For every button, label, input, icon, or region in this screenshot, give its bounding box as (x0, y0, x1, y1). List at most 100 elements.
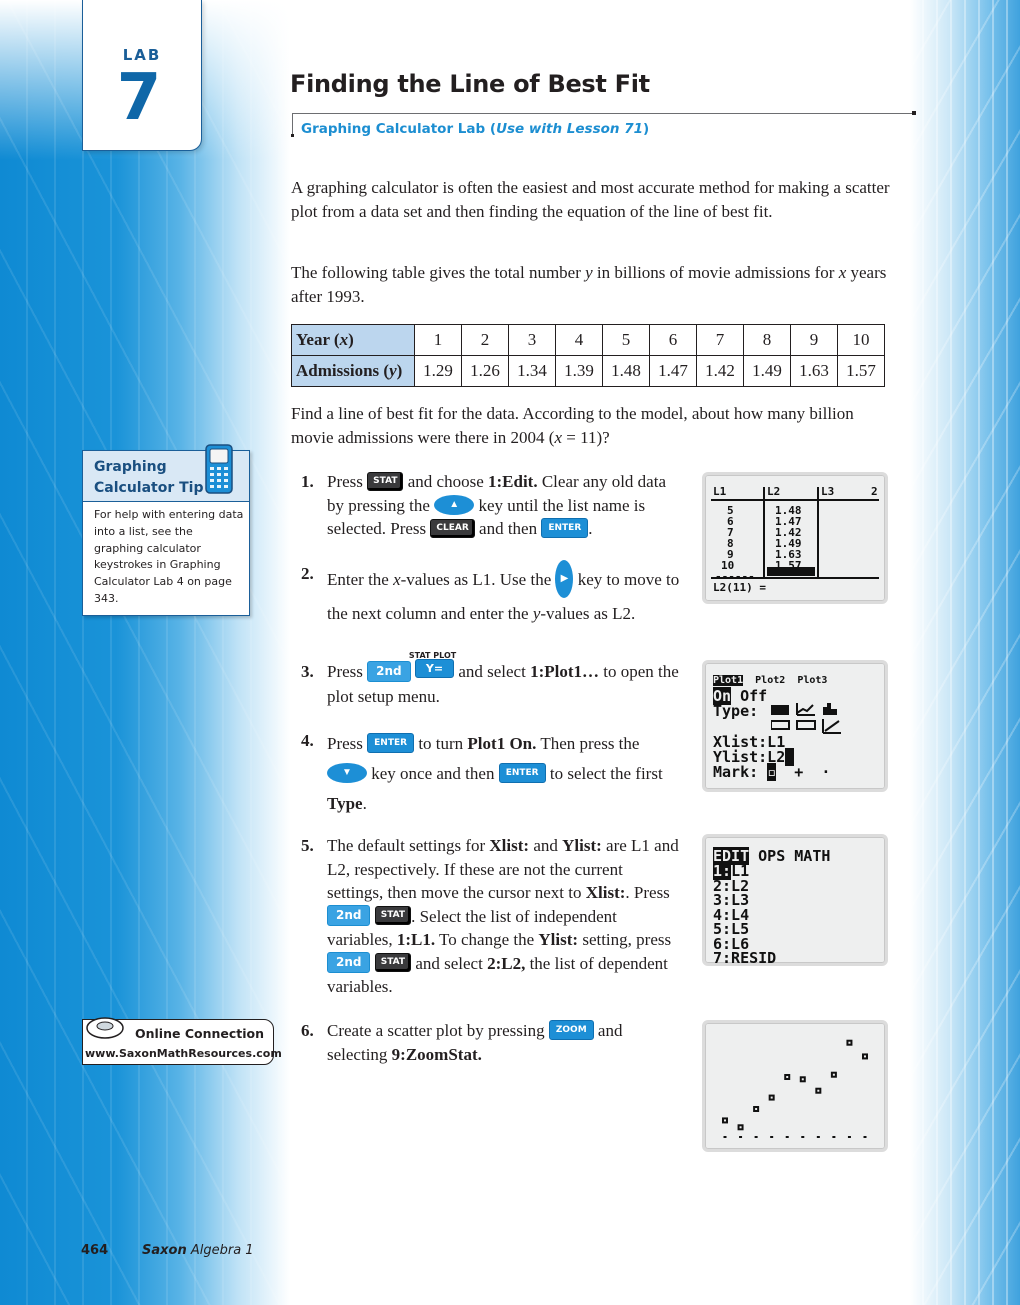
screen-divider (711, 499, 879, 501)
data-point-center (832, 1073, 835, 1076)
online-connection-title: Online Connection (135, 1026, 265, 1041)
text: Press (327, 734, 368, 753)
stat-key: STAT (367, 471, 404, 491)
tab-math: MATH (794, 847, 831, 865)
year-cell: 7 (696, 324, 744, 356)
step-3: 3. Press 2nd STAT PLOT Y= and select 1:Pl… (301, 651, 681, 708)
year-cell: 3 (508, 324, 556, 356)
x-axis-tick (723, 1136, 727, 1138)
step-text: Enter the x-values as L1. Use the ▶ key … (327, 560, 681, 628)
label: ) (348, 330, 354, 349)
list-header-l2: L2 (767, 485, 781, 498)
page-title: Finding the Line of Best Fit (290, 70, 650, 98)
step-text: Press 2nd STAT PLOT Y= and select 1:Plot1… (327, 651, 681, 708)
setting-name: Ylist: (562, 836, 602, 855)
row-header-year: Year (x) (291, 324, 415, 356)
text: . (588, 519, 593, 538)
text: Press (327, 472, 368, 491)
text: in billions of movie admissions for (592, 263, 839, 282)
mark-box-option: ▫ (767, 763, 777, 781)
text: -values as L1. Use the (400, 569, 556, 589)
title-divider-end (912, 111, 916, 115)
year-cell: 5 (602, 324, 650, 356)
boxplot-type-icon (796, 720, 816, 730)
resources-link[interactable]: www.SaxonMathResources.com (85, 1047, 282, 1060)
type-label: Type: (713, 702, 759, 720)
x-axis-tick (739, 1136, 743, 1138)
var: x (339, 330, 349, 349)
data-point-center (817, 1089, 820, 1092)
subtitle-suffix: ) (642, 121, 650, 137)
calculator-screen-list-names: EDIT OPS MATH 1:L1 2:L2 3:L3 4:L4 5:L5 6:L6 7:… (702, 834, 888, 966)
text: Press (327, 662, 368, 681)
calculator-screen-list-editor: L1 L2 L3 2 L2(11) = 5 6 7 8 9 10 ------ 1.48 1.4… (702, 472, 888, 604)
enter-key: ENTER (498, 763, 546, 784)
tab-plot1: Plot1 (713, 675, 744, 686)
year-cell: 1 (414, 324, 462, 356)
year-cell: 2 (461, 324, 509, 356)
y-equals-key-group: STAT PLOT Y= (409, 651, 456, 681)
table-row-admissions: Admissions (y) 1.29 1.26 1.34 1.39 1.48 1.47 1… (291, 355, 885, 387)
step-text: Press STAT and choose 1:Edit. Clear any … (327, 470, 681, 541)
stat-key: STAT (374, 906, 412, 926)
plot-tabs: Plot1 Plot2 Plot3 (713, 675, 827, 687)
mark-label: Mark: (713, 763, 759, 781)
question-paragraph: Find a line of best fit for the data. Ac… (291, 402, 891, 449)
text: The following table gives the total numb… (291, 263, 586, 282)
x-axis-tick (801, 1136, 805, 1138)
step-text: Create a scatter plot by pressing ZOOM a… (327, 1019, 681, 1066)
subtitle-prefix: Graphing Calculator Lab ( (301, 121, 497, 137)
label: ) (396, 361, 403, 380)
x-axis-tick (863, 1136, 867, 1138)
left-background-decoration (0, 0, 290, 1305)
admissions-cell: 1.29 (414, 355, 462, 387)
book-title: Saxon Algebra 1 (142, 1243, 254, 1258)
y-equals-key: Y= (414, 658, 455, 678)
histogram-type-icon (823, 703, 837, 715)
step-text: The default settings for Xlist: and Ylis… (327, 834, 681, 999)
tip-body: For help with entering data into a list,… (94, 508, 244, 605)
var: y (389, 361, 397, 380)
tab-ops: OPS (758, 847, 786, 865)
text: and then (474, 519, 542, 538)
table-row-years: Year (x) 1 2 3 4 5 6 7 8 9 10 (291, 324, 885, 356)
step-1: 1. Press STAT and choose 1:Edit. Clear a… (301, 470, 681, 541)
step-text: Press ENTER to turn Plot1 On. Then press… (327, 729, 681, 819)
menu-option: 2:L2, (487, 953, 526, 973)
mark-row: Mark: ▫ + · (713, 763, 830, 781)
text: . (362, 794, 367, 813)
text: to select the first (545, 764, 663, 783)
year-cell: 6 (649, 324, 697, 356)
admissions-cell: 1.26 (461, 355, 509, 387)
x-axis-tick (785, 1136, 789, 1138)
x-axis-tick (770, 1136, 774, 1138)
var-y: y (585, 263, 593, 282)
tip-header: Graphing Calculator Tip (83, 444, 249, 502)
data-point-center (724, 1119, 726, 1122)
lab-number: 7 (116, 61, 162, 135)
normprob-type-icon (822, 719, 841, 734)
zoom-key: ZOOM (548, 1020, 594, 1041)
text: Then press the (536, 734, 640, 753)
admissions-cell: 1.57 (837, 355, 885, 387)
xyline-type-icon (796, 703, 815, 716)
year-cell: 4 (555, 324, 603, 356)
subtitle-tick (292, 114, 293, 136)
calculator-icon (205, 444, 233, 494)
enter-key: ENTER (541, 518, 589, 539)
text: Create a scatter plot by pressing (327, 1021, 549, 1040)
x-axis-tick (847, 1136, 851, 1138)
step-number: 1. (301, 472, 314, 491)
text: To change the (435, 930, 539, 950)
stat-key: STAT (374, 953, 412, 973)
right-background-decoration (910, 0, 1020, 1305)
subtitle-lesson: Use with Lesson 71 (496, 121, 643, 137)
admissions-cell: 1.63 (790, 355, 838, 387)
year-cell: 8 (743, 324, 791, 356)
tip-title: Graphing Calculator Tip (94, 457, 204, 499)
text: = 11)? (562, 427, 610, 447)
tip-title-line: Graphing (94, 459, 167, 475)
page-subtitle: Graphing Calculator Lab (Use with Lesson… (301, 121, 649, 137)
l1-value: ------ (715, 570, 755, 583)
text: and select (411, 953, 488, 973)
